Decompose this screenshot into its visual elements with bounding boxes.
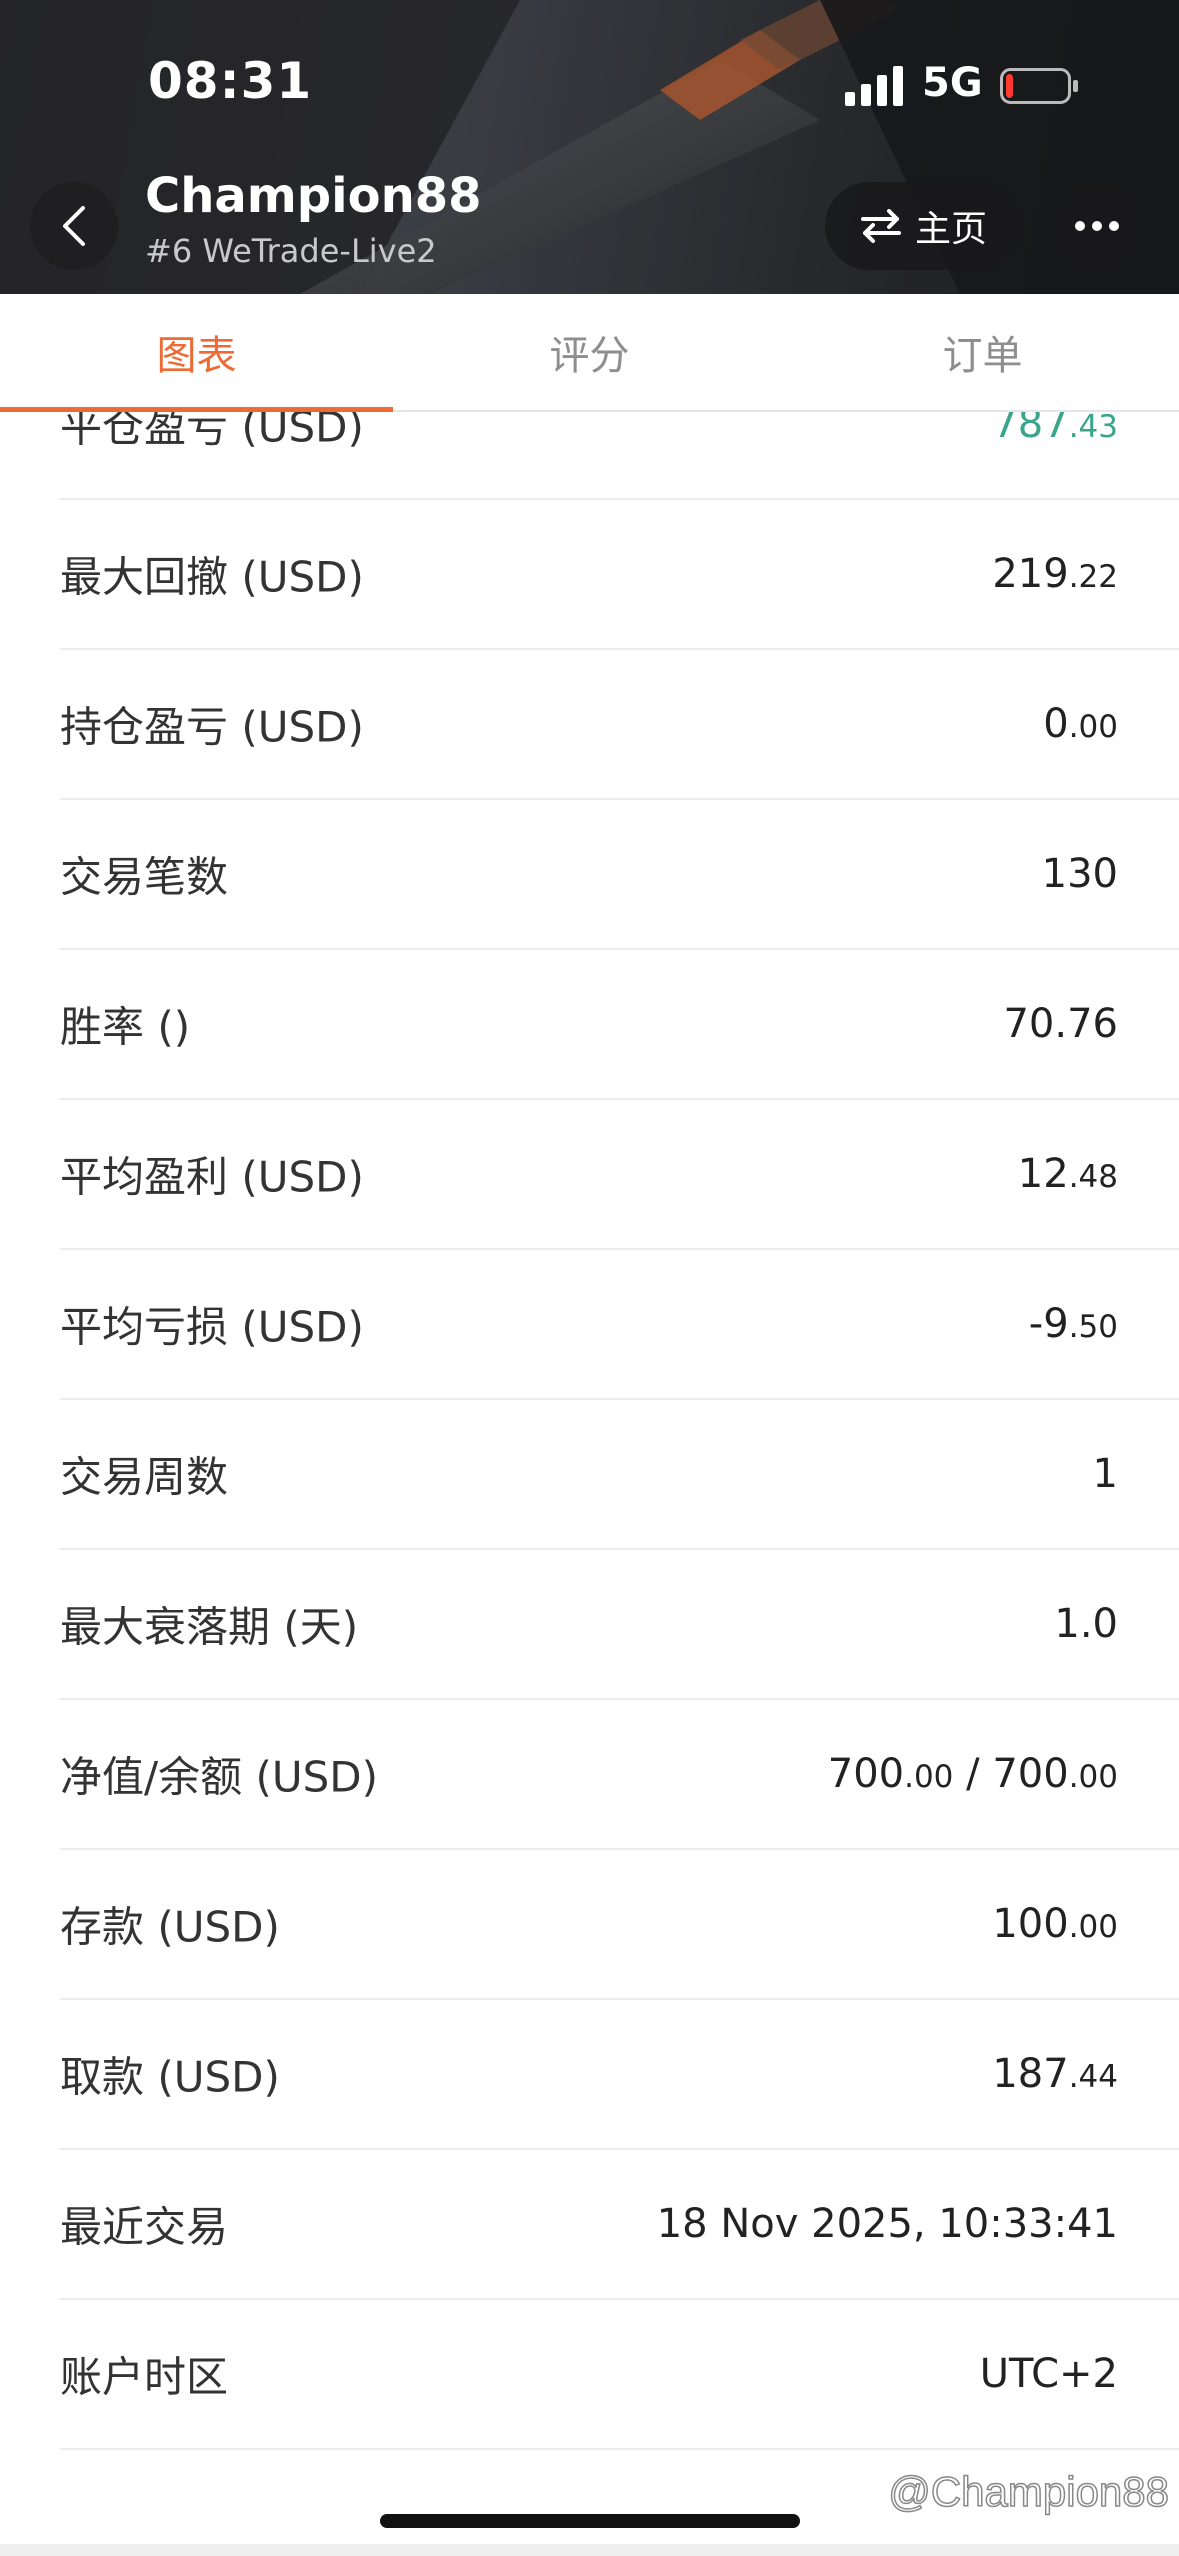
- more-options-button[interactable]: [1053, 182, 1141, 270]
- stat-value: 0.00: [1043, 701, 1118, 747]
- tab-rating[interactable]: 评分: [393, 294, 786, 410]
- bottom-strip: [0, 2544, 1179, 2556]
- stat-value: 12.48: [1017, 1151, 1118, 1197]
- stat-value: 219.22: [992, 551, 1118, 597]
- stat-label: 交易笔数: [60, 852, 229, 902]
- battery-level-fill: [1006, 74, 1013, 98]
- tab-chart[interactable]: 图表: [0, 294, 393, 412]
- stat-value: 700.00 / 700.00: [827, 1751, 1118, 1797]
- stat-value: 787.43: [992, 412, 1118, 447]
- stat-label: 净值/余额 (USD): [60, 1752, 379, 1802]
- stat-row-avg-profit: 平均盈利 (USD) 12.48: [60, 1100, 1179, 1250]
- stat-value: 1: [1092, 1451, 1118, 1497]
- stat-row-trading-weeks: 交易周数 1: [60, 1400, 1179, 1550]
- stat-row-deposits: 存款 (USD) 100.00: [60, 1850, 1179, 2000]
- tab-bar: 图表 评分 订单: [0, 294, 1179, 412]
- status-bar-time: 08:31: [148, 52, 313, 110]
- network-type-label: 5G: [922, 60, 983, 106]
- stat-value: 70.76: [1003, 1001, 1118, 1047]
- stat-row-withdrawals: 取款 (USD) 187.44: [60, 2000, 1179, 2150]
- stat-label: 平均盈利 (USD): [60, 1152, 364, 1202]
- battery-icon: [1000, 68, 1078, 104]
- stat-row-avg-loss: 平均亏损 (USD) -9.50: [60, 1250, 1179, 1400]
- stat-row-open-pnl: 持仓盈亏 (USD) 0.00: [60, 650, 1179, 800]
- home-indicator[interactable]: [380, 2514, 800, 2528]
- cellular-signal-icon: [845, 66, 903, 106]
- tab-orders-label: 订单: [942, 333, 1023, 379]
- stat-value: 130: [1041, 851, 1118, 897]
- stat-label: 交易周数: [60, 1452, 229, 1502]
- stat-value: 187.44: [992, 2051, 1118, 2097]
- stat-label: 平均亏损 (USD): [60, 1302, 364, 1352]
- stat-label: 取款 (USD): [60, 2052, 280, 2102]
- account-name: Champion88: [145, 168, 482, 224]
- stat-value: -9.50: [1028, 1301, 1118, 1347]
- stat-row-last-trade: 最近交易 18 Nov 2025, 10:33:41: [60, 2150, 1179, 2300]
- stat-row-max-decline-period: 最大衰落期 (天) 1.0: [60, 1550, 1179, 1700]
- stat-row-max-drawdown: 最大回撤 (USD) 219.22: [60, 500, 1179, 650]
- swap-arrows-icon: [860, 209, 901, 243]
- back-button[interactable]: [30, 182, 118, 270]
- stat-value: 100.00: [992, 1901, 1118, 1947]
- stat-label: 最大衰落期 (天): [60, 1602, 359, 1652]
- home-button[interactable]: 主页: [825, 182, 1023, 270]
- stat-value: 1.0: [1054, 1601, 1118, 1647]
- stat-value: 18 Nov 2025, 10:33:41: [656, 2201, 1118, 2247]
- tab-rating-label: 评分: [549, 333, 630, 379]
- stat-row-closed-pnl: 平仓盈亏 (USD) 787.43: [60, 412, 1179, 500]
- account-server: #6 WeTrade-Live2: [145, 232, 437, 270]
- tab-chart-label: 图表: [156, 333, 237, 379]
- stat-row-account-timezone: 账户时区 UTC+2: [60, 2300, 1179, 2450]
- stat-row-win-rate: 胜率 () 70.76: [60, 950, 1179, 1100]
- chevron-left-icon: [63, 206, 85, 246]
- home-button-label: 主页: [914, 209, 987, 250]
- stat-label: 存款 (USD): [60, 1902, 280, 1952]
- account-header: 08:31 5G Champion88 #6 WeTrade-Live2 主页: [0, 0, 1179, 294]
- stat-value: UTC+2: [979, 2351, 1118, 2397]
- stats-list: 平仓盈亏 (USD) 787.43 最大回撤 (USD) 219.22 持仓盈亏…: [0, 412, 1179, 2456]
- watermark: @Champion88: [887, 2467, 1169, 2516]
- stat-row-trade-count: 交易笔数 130: [60, 800, 1179, 950]
- stat-row-equity-balance: 净值/余额 (USD) 700.00 / 700.00: [60, 1700, 1179, 1850]
- tab-orders[interactable]: 订单: [786, 294, 1179, 410]
- stat-label: 胜率 (): [60, 1002, 191, 1052]
- stat-label: 最大回撤 (USD): [60, 552, 364, 602]
- ellipsis-icon: [1075, 221, 1119, 231]
- stat-label: 最近交易: [60, 2202, 229, 2252]
- stat-label: 平仓盈亏 (USD): [60, 412, 364, 452]
- stat-label: 账户时区: [60, 2352, 229, 2402]
- stat-label: 持仓盈亏 (USD): [60, 702, 364, 752]
